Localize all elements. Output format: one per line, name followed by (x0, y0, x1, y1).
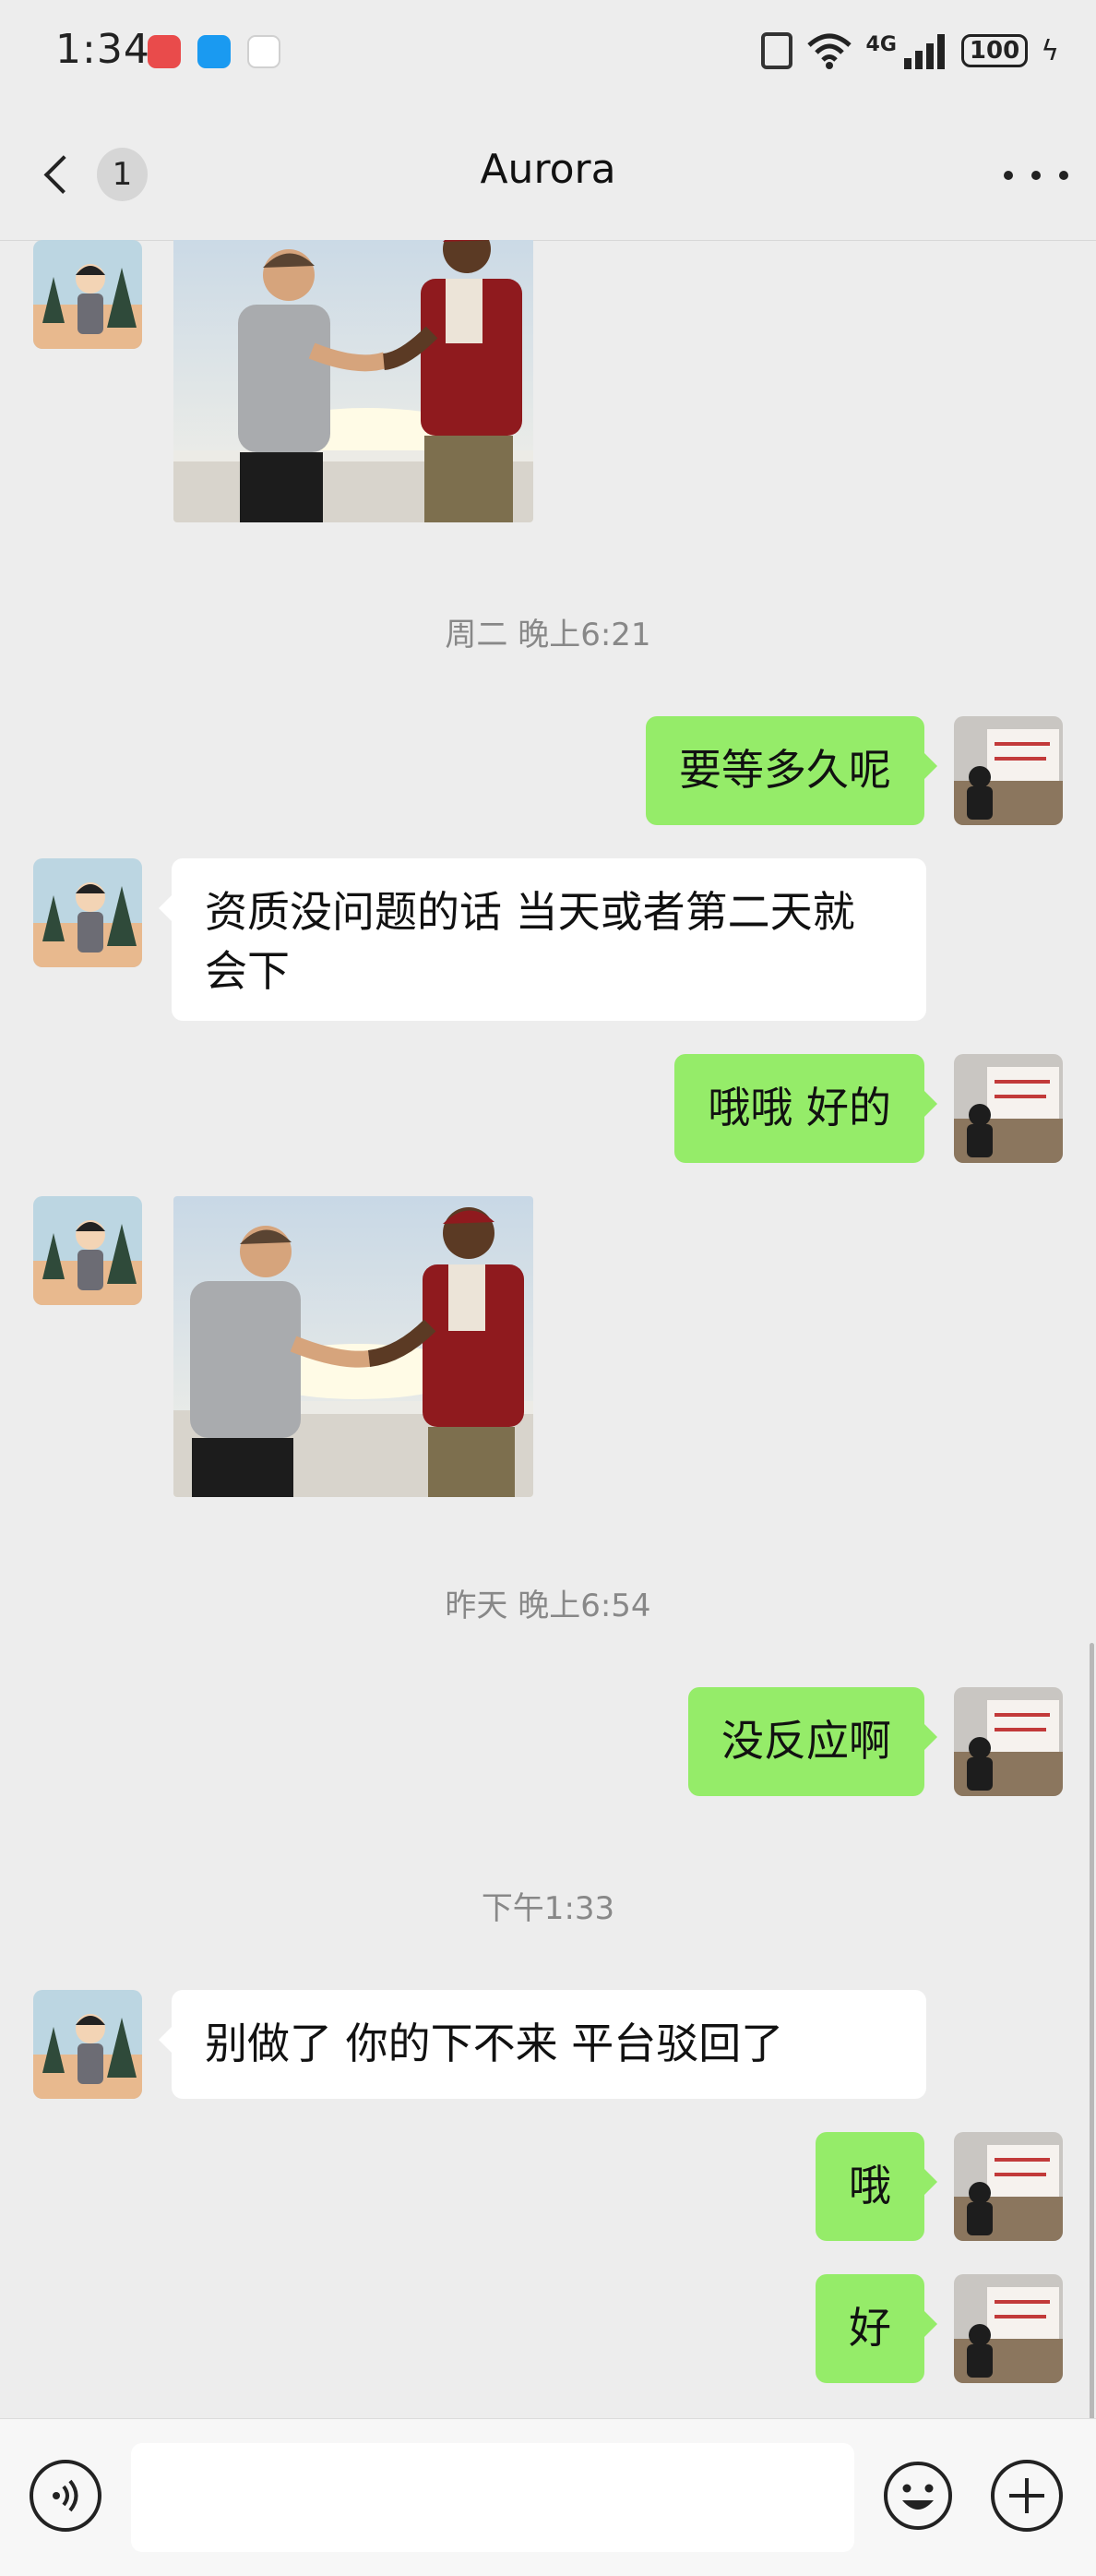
message-list[interactable]: 周二 晚上6:21 要等多久呢 资质没问题的话 当天或者第二天就会下 哦哦 好的… (0, 240, 1096, 2418)
sent-message-bubble[interactable]: 要等多久呢 (646, 716, 937, 825)
voice-icon (53, 2479, 78, 2512)
sent-message-bubble[interactable]: 哦哦 好的 (674, 1054, 937, 1163)
voice-input-button[interactable] (30, 2460, 101, 2532)
status-bar: 1:34 4G 100 ϟ (0, 0, 1096, 102)
received-image[interactable] (173, 1196, 533, 1497)
input-bar (0, 2418, 1096, 2576)
sent-message-bubble[interactable]: 好 (816, 2274, 937, 2383)
my-avatar[interactable] (954, 1687, 1063, 1796)
emoji-icon (884, 2462, 952, 2530)
received-message-bubble[interactable]: 别做了 你的下不来 平台驳回了 (159, 1990, 926, 2099)
my-avatar[interactable] (954, 2274, 1063, 2383)
my-avatar[interactable] (954, 2132, 1063, 2241)
status-indicators: 4G 100 ϟ (760, 28, 1059, 74)
huawei-store-icon (148, 35, 181, 68)
message-timestamp: 周二 晚上6:21 (445, 617, 651, 653)
status-time: 1:34 (55, 26, 150, 73)
nfc-icon (760, 32, 792, 69)
contact-avatar[interactable] (33, 1196, 142, 1305)
scrollbar[interactable] (1090, 1643, 1094, 2418)
battery-level: 100 (969, 37, 1020, 65)
message-timestamp: 下午1:33 (481, 1890, 615, 1927)
more-options-button[interactable] (1004, 157, 1068, 194)
received-message-bubble[interactable]: 资质没问题的话 当天或者第二天就会下 (159, 858, 926, 1021)
message-app-icon (197, 35, 231, 68)
more-functions-button[interactable] (991, 2460, 1063, 2532)
sent-message-bubble[interactable]: 没反应啊 (688, 1687, 937, 1796)
mobile-carrier-icon (247, 35, 280, 68)
contact-avatar[interactable] (33, 858, 142, 967)
chat-title: Aurora (480, 146, 616, 193)
received-image[interactable] (173, 240, 533, 522)
signal-icon (903, 32, 948, 69)
message-input[interactable] (131, 2443, 854, 2552)
charging-icon: ϟ (1041, 34, 1059, 67)
my-avatar[interactable] (954, 716, 1063, 825)
wifi-icon (806, 33, 852, 69)
chat-header: 1 Aurora (0, 102, 1096, 241)
battery-icon: 100 (960, 34, 1029, 67)
message-timestamp: 昨天 晚上6:54 (445, 1588, 651, 1624)
contact-avatar[interactable] (33, 240, 142, 349)
network-type: 4G (865, 33, 897, 56)
contact-avatar[interactable] (33, 1990, 142, 2099)
my-avatar[interactable] (954, 1054, 1063, 1163)
sent-message-bubble[interactable]: 哦 (816, 2132, 937, 2241)
emoji-button[interactable] (882, 2460, 954, 2532)
